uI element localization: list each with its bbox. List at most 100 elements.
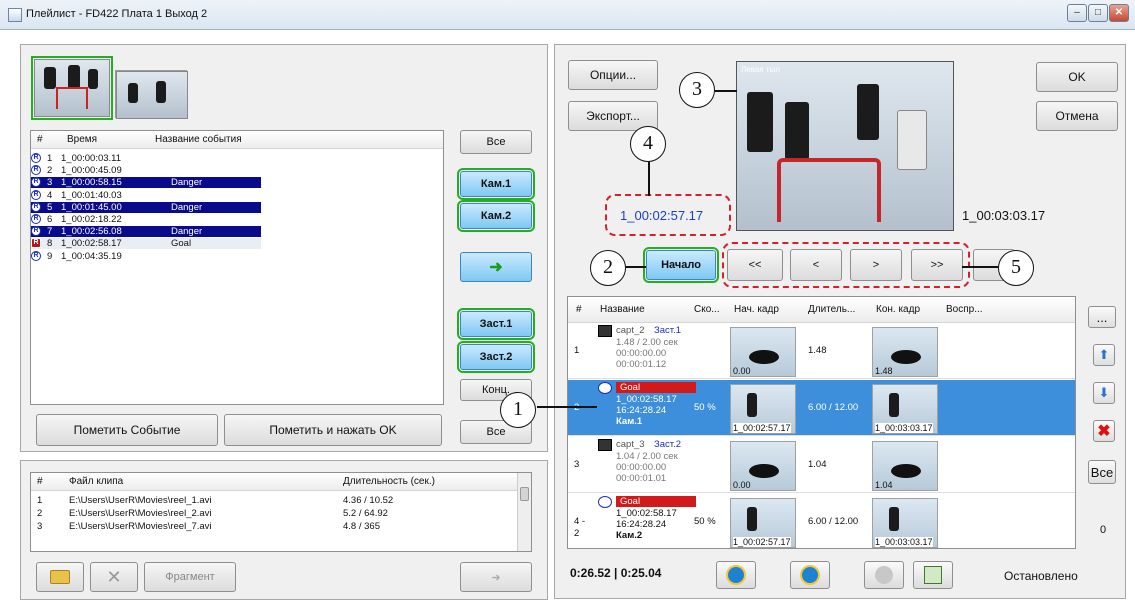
film-icon bbox=[598, 439, 612, 451]
more-button[interactable]: ... bbox=[1088, 306, 1116, 328]
event-time: 1_00:04:35.19 bbox=[61, 250, 122, 262]
event-num: 6 bbox=[47, 214, 53, 225]
close-button[interactable]: ✕ bbox=[1109, 4, 1129, 22]
file-row[interactable]: 1 E:\Users\UserR\Movies\reel_1.avi 4.36 / … bbox=[31, 495, 517, 506]
stop-icon bbox=[875, 566, 893, 584]
add-to-playlist-icon: ➜ bbox=[489, 259, 503, 276]
move-down-button[interactable]: ⬇ bbox=[1093, 382, 1115, 404]
col-pl-title[interactable]: Название bbox=[600, 304, 645, 315]
preview-button[interactable] bbox=[913, 561, 953, 589]
files-scroll-thumb[interactable] bbox=[520, 487, 529, 501]
table-row[interactable]: R 4 1_00:01:40.03 bbox=[31, 189, 443, 201]
clip-timecode: 16:24:28.24 bbox=[616, 405, 667, 416]
row-number: 4 - bbox=[574, 516, 586, 527]
table-row[interactable]: R 9 1_00:04:35.19 bbox=[31, 250, 443, 262]
window-title: Плейлист - FD422 Плата 1 Выход 2 bbox=[26, 8, 208, 20]
nav-buttons-highlight bbox=[722, 242, 970, 288]
frame-label: 1.04 bbox=[875, 480, 893, 490]
table-row[interactable]: R 1 1_00:00:03.11 bbox=[31, 153, 443, 164]
clip-timecode: 16:24:28.24 bbox=[616, 519, 667, 530]
select-all-button[interactable]: Все bbox=[1088, 460, 1116, 484]
table-row[interactable]: R 3 1_00:00:58.15 Danger bbox=[31, 177, 261, 189]
fragment-button[interactable]: Фрагмент bbox=[144, 562, 236, 592]
move-up-button[interactable]: ⬆ bbox=[1093, 344, 1115, 366]
col-pl-end[interactable]: Кон. кадр bbox=[876, 304, 920, 315]
event-num: 5 bbox=[47, 201, 53, 213]
clip-title: Goal bbox=[616, 382, 696, 393]
col-pl-speed[interactable]: Ско... bbox=[694, 304, 720, 315]
table-row[interactable]: R 2 1_00:00:45.09 bbox=[31, 165, 443, 176]
callout-1-line bbox=[537, 406, 597, 408]
folder-add-icon bbox=[50, 570, 70, 584]
playlist-grid[interactable]: # Название Ско... Нач. кадр Длитель... К… bbox=[567, 296, 1076, 549]
mark-and-ok-button[interactable]: Пометить и нажать OK bbox=[224, 414, 442, 446]
ok-button[interactable]: OK bbox=[1036, 62, 1118, 92]
cancel-button[interactable]: Отмена bbox=[1036, 101, 1118, 131]
col-num[interactable]: # bbox=[37, 134, 43, 145]
frame-label: 0.00 bbox=[733, 480, 751, 490]
open-folder-button[interactable] bbox=[36, 562, 84, 592]
table-row[interactable]: R 6 1_00:02:18.22 bbox=[31, 214, 443, 225]
pause-button[interactable] bbox=[790, 561, 830, 589]
table-row[interactable]: R 8 1_00:02:58.17 Goal bbox=[31, 238, 261, 250]
camera-1-thumbnail[interactable] bbox=[31, 56, 113, 120]
callout-2-line bbox=[626, 266, 646, 268]
filter-all-button[interactable]: Все bbox=[460, 130, 532, 154]
clip-camera: Кам.1 bbox=[616, 416, 643, 427]
remove-file-button[interactable]: ✕ bbox=[90, 562, 138, 592]
screensaver-2-button[interactable]: Заст.2 bbox=[457, 341, 535, 373]
table-row[interactable]: R 5 1_00:01:45.00 Danger bbox=[31, 201, 261, 213]
clip-tag: Заст.1 bbox=[654, 325, 681, 336]
col-time[interactable]: Время bbox=[67, 134, 97, 145]
end-timecode: 1_00:03:03.17 bbox=[962, 208, 1046, 223]
row-number: 1 bbox=[574, 345, 580, 356]
col-duration[interactable]: Длительность (сек.) bbox=[343, 476, 435, 487]
clip-timecode: 00:00:00.00 bbox=[616, 462, 667, 473]
col-pl-play[interactable]: Воспр... bbox=[946, 304, 983, 315]
col-pl-duration[interactable]: Длитель... bbox=[808, 304, 855, 315]
table-row[interactable]: R 7 1_00:02:56.08 Danger bbox=[31, 226, 261, 238]
col-pl-start[interactable]: Нач. кадр bbox=[734, 304, 779, 315]
events-list[interactable]: # Время Название события R 1 1_00:00:03.11… bbox=[30, 130, 444, 405]
item-count: 0 bbox=[1100, 524, 1107, 536]
arrow-up-icon: ⬆ bbox=[1098, 347, 1110, 362]
screensaver-1-button[interactable]: Заст.1 bbox=[457, 308, 535, 340]
callout-2: 2 bbox=[590, 250, 626, 286]
start-button[interactable]: Начало bbox=[643, 247, 719, 283]
mark-event-button[interactable]: Пометить Событие bbox=[36, 414, 218, 446]
speed-value: 50 % bbox=[694, 402, 716, 413]
add-fragment-button[interactable]: ➜ bbox=[460, 562, 532, 592]
minimize-button[interactable]: – bbox=[1067, 4, 1087, 22]
clip-title: capt_3 bbox=[616, 439, 645, 450]
app-icon bbox=[8, 8, 22, 22]
camera-2-thumbnail[interactable] bbox=[115, 70, 188, 119]
col-file-name[interactable]: Файл клипа bbox=[69, 476, 123, 487]
file-row[interactable]: 3 E:\Users\UserR\Movies\reel_7.avi 4.8 / 3… bbox=[31, 521, 517, 532]
frame-label: 1_00:03:03.17 bbox=[875, 423, 933, 433]
delete-item-button[interactable]: ✖ bbox=[1093, 420, 1115, 442]
playlist-row[interactable]: 1 capt_2 Заст.1 1.48 / 2.00 сек 00:00:00.00 0… bbox=[568, 323, 1075, 379]
event-name: Danger bbox=[171, 226, 203, 238]
col-event-name[interactable]: Название события bbox=[155, 134, 242, 145]
row-number-2: 2 bbox=[574, 528, 580, 539]
playlist-row[interactable]: 4 -2 Goal 1_00:02:58.17 16:24:28.24 Кам.2 50 … bbox=[568, 494, 1075, 548]
files-list-header: # Файл клипа Длительность (сек.) bbox=[31, 473, 531, 491]
maximize-button[interactable]: □ bbox=[1088, 4, 1108, 22]
camera-2-button[interactable]: Кам.2 bbox=[457, 200, 535, 232]
duration-value: 6.00 / 12.00 bbox=[808, 402, 859, 413]
play-button[interactable] bbox=[716, 561, 756, 589]
file-row[interactable]: 2 E:\Users\UserR\Movies\reel_2.avi 5.2 / 6… bbox=[31, 508, 517, 519]
add-to-playlist-button[interactable]: ➜ bbox=[460, 252, 532, 282]
col-pl-num[interactable]: # bbox=[576, 304, 582, 315]
files-list[interactable]: # Файл клипа Длительность (сек.) 1 E:\Use… bbox=[30, 472, 532, 552]
options-button[interactable]: Опции... bbox=[568, 60, 658, 90]
col-file-num[interactable]: # bbox=[37, 476, 43, 487]
callout-4-line bbox=[648, 162, 650, 196]
playlist-row[interactable]: 3 capt_3 Заст.2 1.04 / 2.00 сек 00:00:00.00 0… bbox=[568, 437, 1075, 493]
frame-label: 1_00:02:57.17 bbox=[733, 423, 791, 433]
stop-button[interactable] bbox=[864, 561, 904, 589]
files-scrollbar[interactable] bbox=[517, 473, 531, 551]
playlist-row[interactable]: 2 -Goal1_00:02:58.1716:24:28.24Кам.150 %… bbox=[568, 380, 1075, 436]
camera-1-button[interactable]: Кам.1 bbox=[457, 168, 535, 200]
clip-info: 1_00:02:58.17 bbox=[616, 508, 677, 519]
